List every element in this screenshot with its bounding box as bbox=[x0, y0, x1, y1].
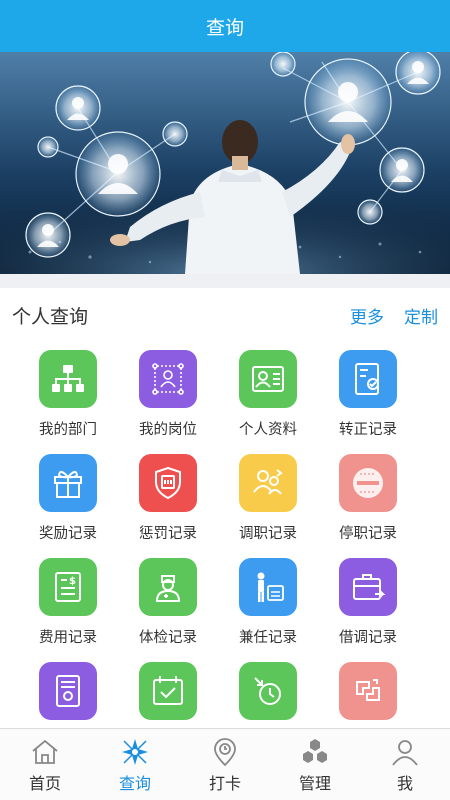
banner-illustration bbox=[0, 52, 450, 274]
tab-label: 打卡 bbox=[208, 776, 241, 793]
home-icon bbox=[32, 739, 58, 764]
section-title: 个人查询 bbox=[12, 306, 89, 328]
tile-icon-bg bbox=[39, 454, 97, 512]
certificate-icon bbox=[56, 675, 80, 707]
tile-secondment-record[interactable]: 借调记录 bbox=[312, 550, 424, 654]
tile-label: 个人资料 bbox=[239, 422, 297, 438]
tile-icon-bg bbox=[39, 350, 97, 408]
tile-icon-bg bbox=[139, 454, 197, 512]
app-screen: 查询 个人查询 更多 定制 我的部门 我的岗位 个人资料 转正记录 奖励记录 惩… bbox=[0, 0, 450, 800]
tile-icon-bg bbox=[239, 558, 297, 616]
page-title: 查询 bbox=[205, 17, 244, 39]
contract-exchange-icon bbox=[356, 679, 380, 701]
tile-label: 兼任记录 bbox=[239, 630, 297, 646]
tile-icon-bg bbox=[239, 350, 297, 408]
tile-icon-bg bbox=[39, 662, 97, 720]
expense-bill-icon: $ bbox=[55, 572, 81, 602]
tab-manage[interactable]: 管理 bbox=[270, 729, 360, 800]
tile-icon-bg bbox=[339, 662, 397, 720]
tile-personal-info[interactable]: 个人资料 bbox=[212, 342, 324, 446]
tab-label: 查询 bbox=[118, 776, 151, 793]
tab-label: 管理 bbox=[298, 776, 331, 793]
position-network-icon bbox=[152, 363, 184, 395]
tile-icon-bg bbox=[139, 350, 197, 408]
tile-label: 费用记录 bbox=[39, 630, 97, 646]
penalty-shield-icon bbox=[155, 466, 181, 500]
regularization-doc-icon bbox=[355, 363, 379, 395]
tile-my-department[interactable]: 我的部门 bbox=[12, 342, 124, 446]
tile-icon-bg bbox=[339, 350, 397, 408]
tile-overtime-record[interactable] bbox=[212, 654, 324, 728]
tile-reward-record[interactable]: 奖励记录 bbox=[12, 446, 124, 550]
tile-my-position[interactable]: 我的岗位 bbox=[112, 342, 224, 446]
profile-card-icon bbox=[252, 366, 284, 392]
tile-certificate-record[interactable] bbox=[12, 654, 124, 728]
secondment-briefcase-icon bbox=[353, 574, 386, 600]
tile-icon-bg bbox=[139, 662, 197, 720]
tile-icon-bg bbox=[139, 558, 197, 616]
calendar-check-icon bbox=[153, 676, 183, 705]
tile-label: 调职记录 bbox=[239, 526, 297, 542]
more-link[interactable]: 更多 bbox=[350, 303, 384, 328]
svg-text:$: $ bbox=[69, 576, 76, 587]
tab-label: 我 bbox=[396, 776, 413, 793]
tile-concurrent-record[interactable]: 兼任记录 bbox=[212, 550, 324, 654]
tile-icon-bg bbox=[339, 558, 397, 616]
bottom-tab-bar: 首页 查询 打卡 管理 我 bbox=[0, 728, 450, 800]
tile-label: 惩罚记录 bbox=[139, 526, 197, 542]
compass-icon bbox=[122, 739, 148, 765]
tab-home[interactable]: 首页 bbox=[0, 729, 90, 800]
hexagons-icon bbox=[303, 739, 327, 763]
tab-check-in[interactable]: 打卡 bbox=[180, 729, 270, 800]
tile-penalty-record[interactable]: 惩罚记录 bbox=[112, 446, 224, 550]
tile-medical-record[interactable]: 体检记录 bbox=[112, 550, 224, 654]
section-divider bbox=[0, 274, 450, 288]
tile-transfer-record[interactable]: 调职记录 bbox=[212, 446, 324, 550]
concurrent-post-icon bbox=[257, 572, 284, 602]
query-grid: 我的部门 我的岗位 个人资料 转正记录 奖励记录 惩罚记录 调职记录 停职记录 … bbox=[0, 342, 450, 728]
tile-label: 我的部门 bbox=[39, 422, 97, 438]
org-chart-icon bbox=[52, 365, 84, 392]
tile-label: 借调记录 bbox=[339, 630, 397, 646]
tile-icon-bg bbox=[339, 454, 397, 512]
tab-query[interactable]: 查询 bbox=[90, 729, 180, 800]
banner-image[interactable] bbox=[0, 52, 450, 274]
tile-icon-bg: $ bbox=[39, 558, 97, 616]
location-clock-icon bbox=[214, 738, 236, 767]
tile-icon-bg bbox=[239, 454, 297, 512]
tile-attendance-record[interactable] bbox=[112, 654, 224, 728]
tile-icon-bg bbox=[239, 662, 297, 720]
personal-query-header: 个人查询 更多 定制 bbox=[0, 288, 450, 342]
user-icon bbox=[392, 740, 418, 766]
doctor-icon bbox=[155, 575, 181, 602]
app-header: 查询 bbox=[0, 0, 450, 52]
tile-regularization-record[interactable]: 转正记录 bbox=[312, 342, 424, 446]
tile-suspension-record[interactable]: 停职记录 bbox=[312, 446, 424, 550]
tile-label: 体检记录 bbox=[139, 630, 197, 646]
tile-label: 我的岗位 bbox=[139, 422, 197, 438]
tile-label: 转正记录 bbox=[339, 422, 397, 438]
tab-me[interactable]: 我 bbox=[360, 729, 450, 800]
suspension-grid-icon bbox=[353, 468, 383, 498]
tile-label: 奖励记录 bbox=[39, 526, 97, 542]
tile-label: 停职记录 bbox=[339, 526, 397, 542]
clock-arrow-icon bbox=[254, 677, 281, 705]
customize-link[interactable]: 定制 bbox=[404, 303, 438, 328]
tab-label: 首页 bbox=[28, 776, 61, 793]
tile-contract-record[interactable] bbox=[312, 654, 424, 728]
tile-expense-record[interactable]: $ 费用记录 bbox=[12, 550, 124, 654]
gift-box-icon bbox=[54, 471, 82, 498]
transfer-people-icon bbox=[253, 469, 283, 495]
